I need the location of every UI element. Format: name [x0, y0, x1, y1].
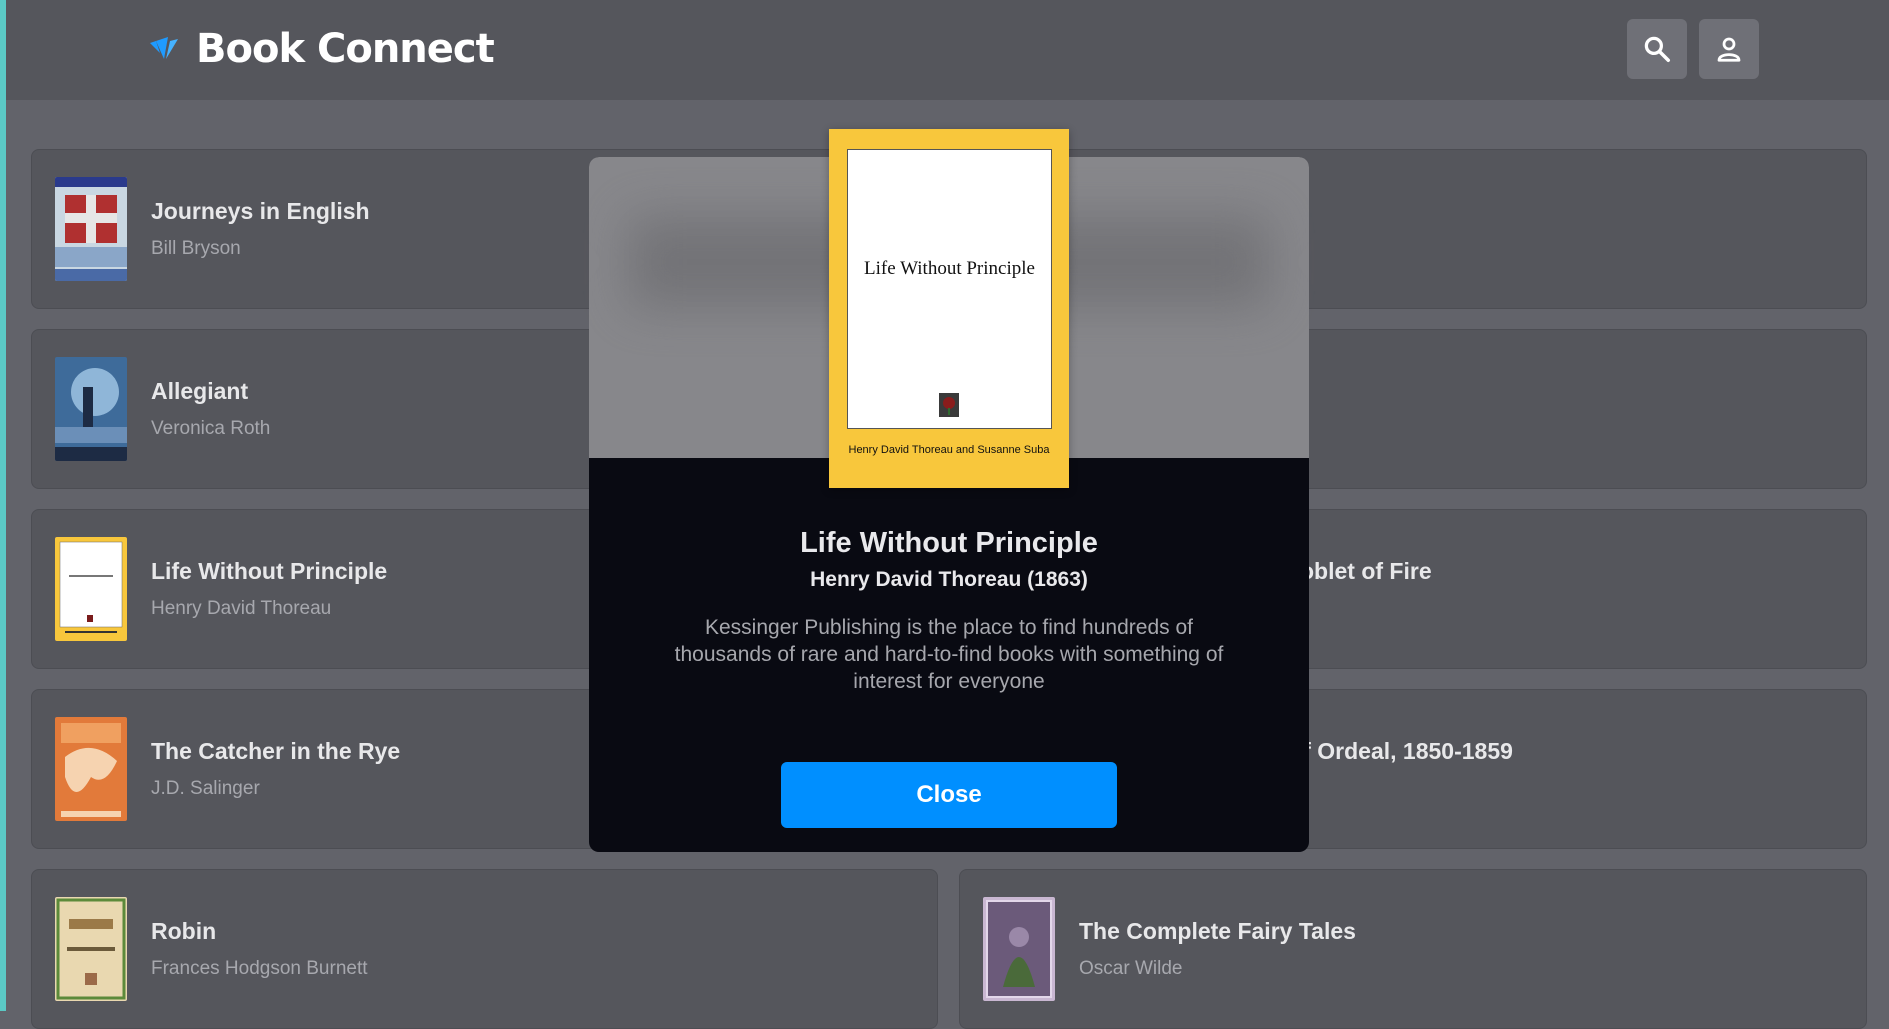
book-author: Henry David Thoreau	[151, 598, 332, 619]
book-card[interactable]: The Complete Fairy Tales Oscar Wilde	[959, 869, 1867, 1029]
book-cover	[55, 717, 127, 821]
brand[interactable]: Book Connect	[146, 26, 495, 72]
book-title: Life Without Principle	[151, 558, 388, 584]
profile-button[interactable]	[1699, 19, 1759, 79]
book-cover	[55, 897, 127, 1001]
book-author: Bill Bryson	[151, 238, 241, 259]
modal-subtitle: Henry David Thoreau (1863)	[810, 568, 1088, 591]
book-author: Frances Hodgson Burnett	[151, 958, 368, 979]
app-title: Book Connect	[196, 26, 495, 72]
book-title: Robin	[151, 918, 217, 944]
app-header: Book Connect	[6, 0, 1889, 100]
cover-title: Life Without Principle	[864, 258, 1035, 279]
cover-page: Life Without Principle	[847, 149, 1052, 429]
book-cover	[55, 537, 127, 641]
book-cover	[983, 897, 1055, 1001]
modal-book-cover: Life Without Principle Henry David Thore…	[829, 129, 1069, 488]
search-icon	[1644, 36, 1670, 62]
book-card[interactable]: Robin Frances Hodgson Burnett	[31, 869, 938, 1029]
close-button[interactable]: Close	[781, 762, 1117, 828]
book-title: Journeys in English	[151, 198, 370, 224]
book-cover	[55, 357, 127, 461]
book-author: J.D. Salinger	[151, 778, 260, 799]
book-preview-modal: Life Without Principle Henry David Thore…	[589, 129, 1309, 852]
rose-emblem-icon	[939, 393, 959, 417]
cover-author: Henry David Thoreau and Susanne Suba	[848, 444, 1050, 456]
book-title: The Catcher in the Rye	[151, 738, 401, 764]
book-title: The Complete Fairy Tales	[1079, 918, 1356, 944]
logo-icon	[150, 37, 178, 59]
search-button[interactable]	[1627, 19, 1687, 79]
book-title: Allegiant	[151, 378, 249, 404]
window-edge	[0, 0, 6, 1011]
modal-description: Kessinger Publishing is the place to fin…	[674, 616, 1224, 693]
book-author: Oscar Wilde	[1079, 958, 1183, 979]
modal-title: Life Without Principle	[800, 527, 1098, 559]
book-title: oblet of Fire	[1300, 558, 1432, 584]
account-icon	[1717, 37, 1741, 62]
book-cover	[55, 177, 127, 281]
book-author: Veronica Roth	[151, 418, 271, 439]
